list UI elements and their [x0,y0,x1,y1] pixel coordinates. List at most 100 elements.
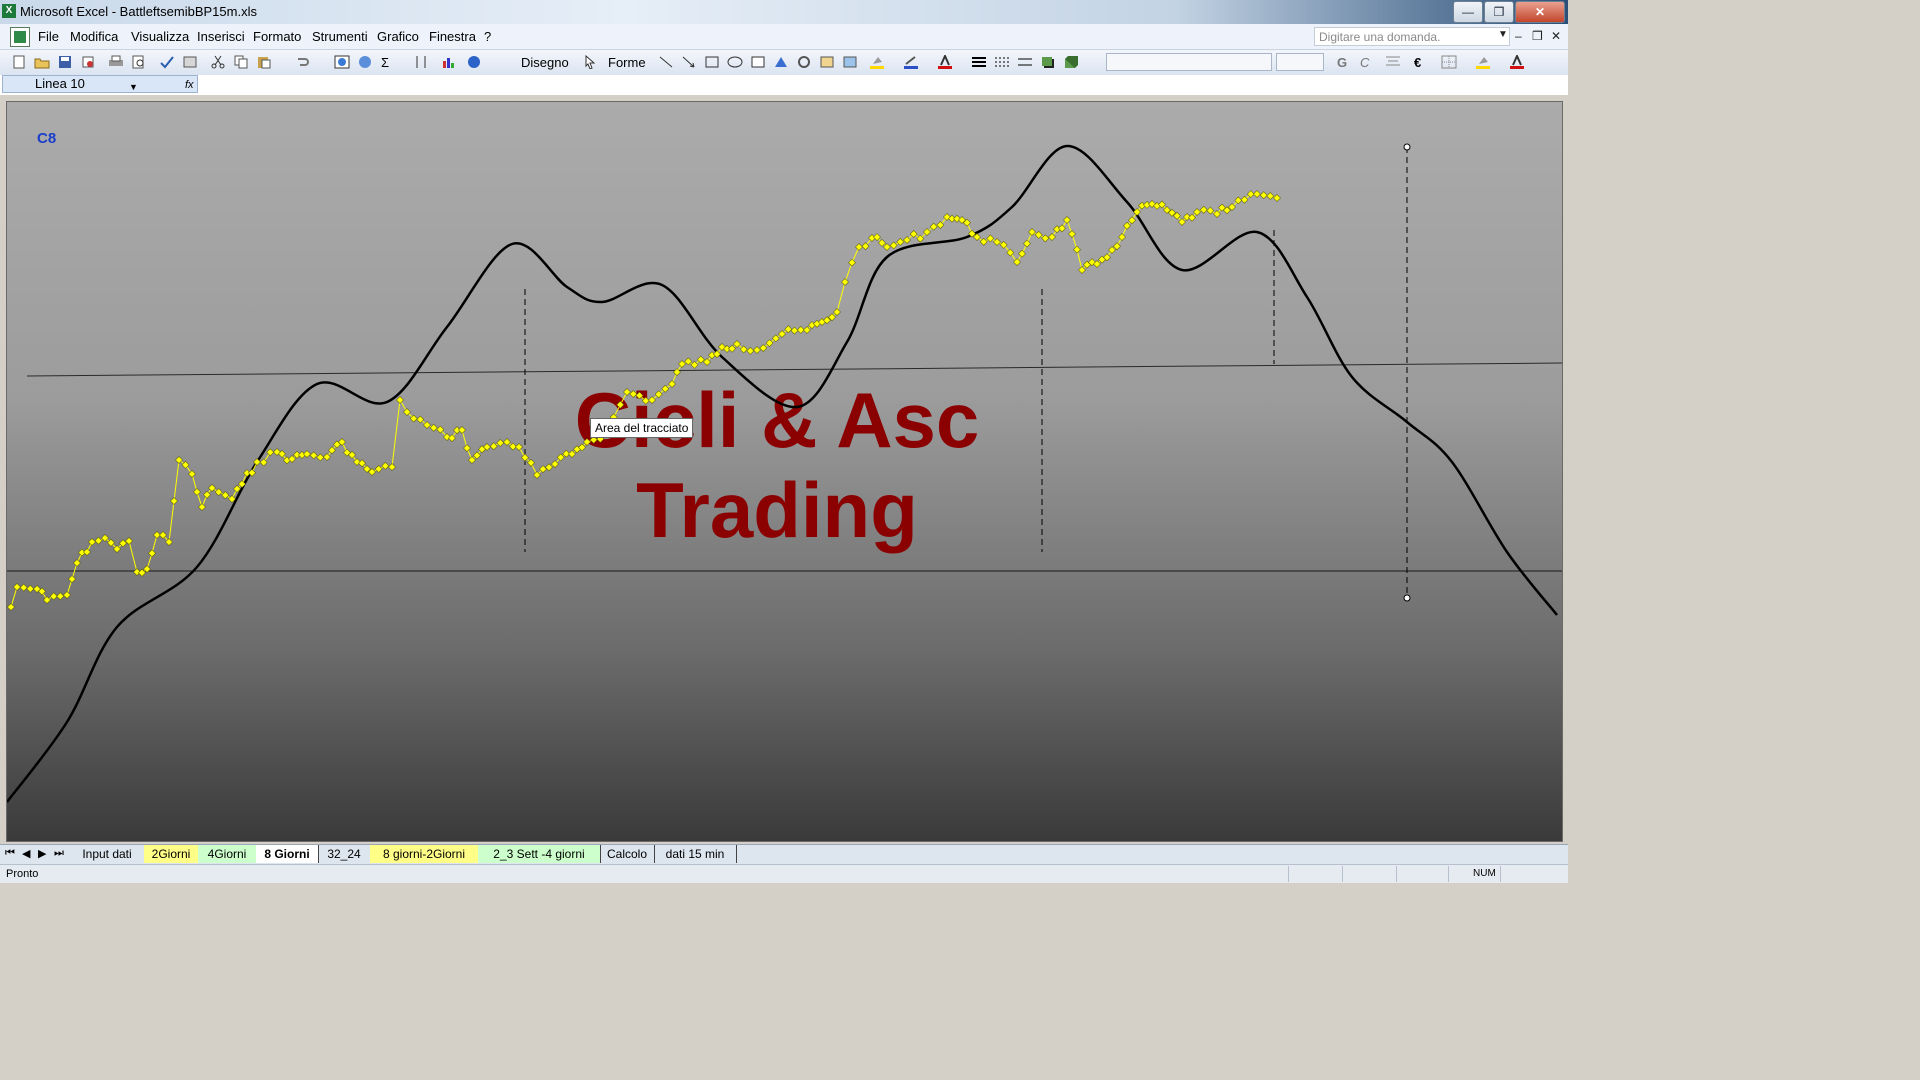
tab-8-giorni-2giorni[interactable]: 8 giorni-2Giorni [370,845,479,863]
tab-dati-15-min[interactable]: dati 15 min [654,845,737,863]
mdi-minimize-button[interactable]: – [1515,29,1522,43]
print-preview-icon[interactable] [131,55,147,69]
ask-dropdown-icon[interactable]: ▼ [1498,29,1508,40]
bold-button[interactable]: G [1337,55,1347,70]
name-box-dropdown-icon[interactable]: ▼ [129,79,138,95]
line-color-icon[interactable] [903,55,919,69]
picture-icon[interactable] [842,55,858,69]
clipart-icon[interactable] [819,55,835,69]
cut-icon[interactable] [210,55,226,69]
price-marker [1028,228,1036,236]
menu-grafico[interactable]: Grafico [377,29,419,44]
workbook-icon[interactable] [10,27,30,47]
menu-modifica[interactable]: Modifica [70,29,118,44]
toolbar: Σ Disegno Forme G C € [0,50,1568,76]
font-size-combo[interactable] [1276,53,1324,71]
chart-plot[interactable]: C8 Cicli & Asc Trading [7,102,1562,841]
mdi-close-button[interactable]: ✕ [1551,29,1561,43]
menu-file[interactable]: File [38,29,59,44]
permission-icon[interactable] [80,55,96,69]
price-marker [790,326,799,335]
hyperlink-icon[interactable] [334,55,350,69]
minimize-button[interactable]: — [1453,1,1483,23]
research-icon[interactable] [182,55,198,69]
borders-icon[interactable] [1441,55,1457,69]
tab-2-3-sett-4-giorni[interactable]: 2_3 Sett -4 giorni [478,845,601,863]
excel-icon[interactable]: X [2,4,16,18]
oval-tool-icon[interactable] [727,55,743,69]
arrow-tool-icon[interactable] [681,55,697,69]
autosum-icon[interactable]: Σ [381,55,389,70]
arrow-style-icon[interactable] [1017,55,1033,69]
ask-question-input[interactable]: Digitare una domanda. [1314,27,1510,46]
new-icon[interactable] [11,55,27,69]
price-marker [316,453,325,462]
menu-finestra[interactable]: Finestra [429,29,476,44]
price-marker [259,458,268,467]
shadow-style-icon[interactable] [1040,55,1056,69]
restore-button[interactable]: ❒ [1484,1,1514,23]
open-icon[interactable] [34,55,50,69]
menu-visualizza[interactable]: Visualizza [131,29,189,44]
first-sheet-icon[interactable]: ⏮ [5,847,15,860]
menu-help[interactable]: ? [484,29,491,44]
cell-font-color-icon[interactable] [1509,55,1525,69]
3d-style-icon[interactable] [1063,55,1079,69]
dash-style-icon[interactable] [994,55,1010,69]
font-color-icon[interactable] [937,55,953,69]
diagram-icon[interactable] [796,55,812,69]
line-tool-icon[interactable] [658,55,674,69]
price-marker [1199,205,1208,214]
price-marker [1048,233,1056,241]
align-center-icon[interactable] [1385,55,1401,69]
spelling-icon[interactable] [159,55,175,69]
cell-fill-icon[interactable] [1475,55,1491,69]
copy-icon[interactable] [233,55,249,69]
menu-strumenti[interactable]: Strumenti [312,29,368,44]
price-marker [7,603,15,611]
print-icon[interactable] [108,55,124,69]
tab-8-giorni[interactable]: 8 Giorni [256,845,319,863]
help-icon[interactable] [466,55,482,69]
chart-area[interactable]: C8 Cicli & Asc Trading [6,101,1563,842]
fill-color-icon[interactable] [869,55,885,69]
prev-sheet-icon[interactable]: ◀ [22,847,30,860]
window-title: Microsoft Excel - BattleftsemibBP15m.xls [20,4,257,19]
shapes-menu[interactable]: Forme [608,55,646,70]
fx-icon[interactable]: fx [185,77,194,93]
line-style-icon[interactable] [971,55,987,69]
price-marker [1206,206,1215,215]
sort-icon[interactable] [413,55,429,69]
wordart-icon[interactable] [773,55,789,69]
tab-4giorni[interactable]: 4Giorni [198,845,257,863]
tab-calcolo[interactable]: Calcolo [600,845,655,863]
price-marker [771,334,780,343]
euro-icon[interactable]: € [1414,55,1421,70]
price-marker [170,497,178,505]
tab-32-24[interactable]: 32_24 [318,845,371,863]
tab-2giorni[interactable]: 2Giorni [144,845,199,863]
rectangle-tool-icon[interactable] [704,55,720,69]
draw-menu[interactable]: Disegno [521,55,569,70]
web-icon[interactable] [357,55,373,69]
name-box[interactable]: Linea 10 ▼ fx [2,75,198,93]
mdi-restore-button[interactable]: ❒ [1532,29,1543,43]
paste-icon[interactable] [256,55,272,69]
select-objects-icon[interactable] [582,55,598,69]
italic-button[interactable]: C [1360,55,1369,70]
chart-wizard-icon[interactable] [441,55,457,69]
save-icon[interactable] [57,55,73,69]
price-marker [684,357,693,366]
price-marker [63,591,71,599]
next-sheet-icon[interactable]: ▶ [38,847,46,860]
menu-formato[interactable]: Formato [253,29,301,44]
price-marker [1118,233,1126,241]
menu-inserisci[interactable]: Inserisci [197,29,245,44]
textbox-tool-icon[interactable] [750,55,766,69]
last-sheet-icon[interactable]: ⏭ [54,847,64,860]
price-marker [1034,231,1043,239]
font-name-combo[interactable] [1106,53,1272,71]
tab-input-dati[interactable]: Input dati [70,845,145,863]
undo-icon[interactable] [294,55,310,69]
close-button[interactable]: ✕ [1515,1,1565,23]
